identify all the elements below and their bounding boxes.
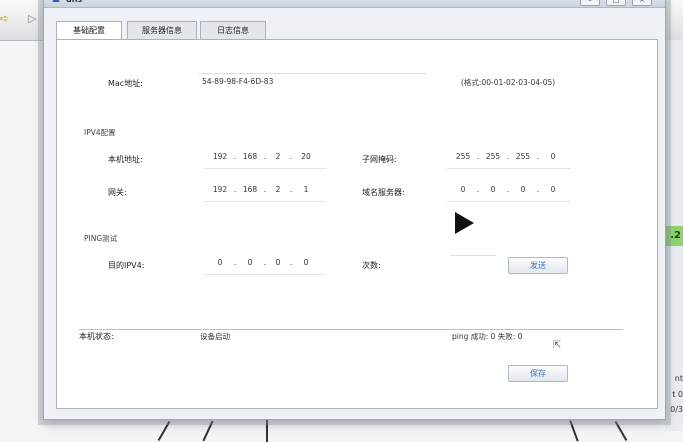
ip-dot: . — [536, 152, 540, 161]
topology-link — [157, 420, 171, 442]
dns-server-label: 域名服务器: — [362, 188, 405, 197]
save-button[interactable]: 保存 — [508, 365, 568, 382]
minimize-button[interactable]: – — [580, 0, 600, 6]
mac-input[interactable]: 54-89-98-F4-6D-83 — [202, 77, 273, 86]
ip-octet[interactable]: 255 — [513, 152, 533, 161]
arrow-right-icon[interactable]: ➪ — [0, 12, 9, 25]
topology-link — [569, 420, 579, 442]
ping-count-border — [450, 255, 496, 256]
ip-dot: . — [476, 152, 480, 161]
field-underline — [447, 168, 571, 169]
ip-dot: . — [506, 152, 510, 161]
local-ip-input[interactable]: 192 . 168 . 2 . 20 — [204, 152, 326, 169]
ip-octet[interactable]: 0 — [453, 185, 473, 194]
ip-octet[interactable]: 2 — [268, 185, 288, 194]
ip-dot: . — [289, 258, 293, 267]
dns-server-input[interactable]: 0 . 0 . 0 . 0 — [447, 185, 571, 202]
background-text: nt — [674, 374, 683, 383]
basic-config-panel: Mac地址: 54-89-98-F4-6D-83 (格式:00-01-02-03… — [56, 39, 658, 409]
ip-octet[interactable]: 0 — [543, 185, 563, 194]
ip-octet[interactable]: 20 — [296, 152, 316, 161]
status-value: 设备启动 — [200, 332, 230, 341]
gateway-input[interactable]: 192 . 168 . 2 . 1 — [204, 185, 326, 202]
ip-octet[interactable]: 192 — [210, 185, 230, 194]
ip-octet[interactable]: 0 — [483, 185, 503, 194]
ping-count-label: 次数: — [362, 261, 381, 270]
topology-link — [614, 420, 628, 442]
target-ip-label: 目的IPV4: — [108, 261, 145, 270]
pointer-icon[interactable]: ▷ — [28, 12, 36, 25]
ip-octet[interactable]: 168 — [240, 152, 260, 161]
ip-dot: . — [536, 185, 540, 194]
ip-dot: . — [233, 185, 237, 194]
mac-input-border — [199, 73, 427, 74]
ping-result: ping 成功: 0 失败: 0 — [452, 332, 523, 341]
title-bar[interactable]: ☗ dns – □ × — [44, 0, 665, 8]
subnet-input[interactable]: 255 . 255 . 255 . 0 — [447, 152, 571, 169]
ip-dot: . — [506, 185, 510, 194]
ip-octet[interactable]: 1 — [296, 185, 316, 194]
topology-link — [202, 420, 214, 442]
tab-log-info[interactable]: 日志信息 — [200, 21, 266, 39]
ip-dot: . — [289, 185, 293, 194]
ip-dot: . — [289, 152, 293, 161]
ip-octet[interactable]: 0 — [210, 258, 230, 267]
window-title: dns — [66, 0, 82, 4]
ip-octet[interactable]: 192 — [210, 152, 230, 161]
topology-link — [266, 420, 268, 442]
divider — [79, 329, 623, 330]
local-ip-label: 本机地址: — [108, 155, 143, 164]
field-underline — [204, 201, 326, 202]
background-text: 0/3 — [670, 405, 683, 414]
ip-octet[interactable]: 255 — [453, 152, 473, 161]
field-underline — [447, 201, 571, 202]
maximize-button[interactable]: □ — [606, 0, 626, 6]
target-ip-input[interactable]: 0 . 0 . 0 . 0 — [204, 258, 326, 275]
app-icon: ☗ — [52, 0, 61, 5]
close-button[interactable]: × — [632, 0, 652, 6]
ipv4-section-title: IPV4配置 — [84, 128, 116, 137]
tab-server-info[interactable]: 服务器信息 — [127, 21, 197, 39]
send-button[interactable]: 发送 — [508, 257, 568, 274]
ip-octet[interactable]: 2 — [268, 152, 288, 161]
ip-octet[interactable]: 0 — [268, 258, 288, 267]
field-underline — [204, 168, 326, 169]
ping-section-title: PING测试 — [84, 234, 118, 243]
background-link-label: .2 — [665, 226, 683, 246]
mac-label: Mac地址: — [108, 79, 143, 88]
ip-octet[interactable]: 0 — [543, 152, 563, 161]
ip-octet[interactable]: 255 — [483, 152, 503, 161]
ip-dot: . — [233, 152, 237, 161]
dns-config-window: ☗ dns – □ × 基础配置 服务器信息 日志信息 Mac地址: 54-89… — [43, 0, 666, 420]
mouse-cursor-icon: ⇱ — [553, 340, 562, 351]
play-icon[interactable] — [455, 212, 474, 234]
background-text: t 0 — [672, 390, 683, 399]
field-underline — [204, 274, 326, 275]
gateway-label: 网关: — [108, 188, 127, 197]
ip-octet[interactable]: 0 — [513, 185, 533, 194]
ip-dot: . — [476, 185, 480, 194]
mac-format-hint: (格式:00-01-02-03-04-05) — [461, 78, 556, 87]
ip-octet[interactable]: 0 — [240, 258, 260, 267]
status-label: 本机状态: — [79, 332, 114, 341]
ip-octet[interactable]: 168 — [240, 185, 260, 194]
subnet-label: 子网掩码: — [362, 155, 397, 164]
ip-octet[interactable]: 0 — [296, 258, 316, 267]
ip-dot: . — [233, 258, 237, 267]
tab-basic-config[interactable]: 基础配置 — [56, 21, 122, 40]
